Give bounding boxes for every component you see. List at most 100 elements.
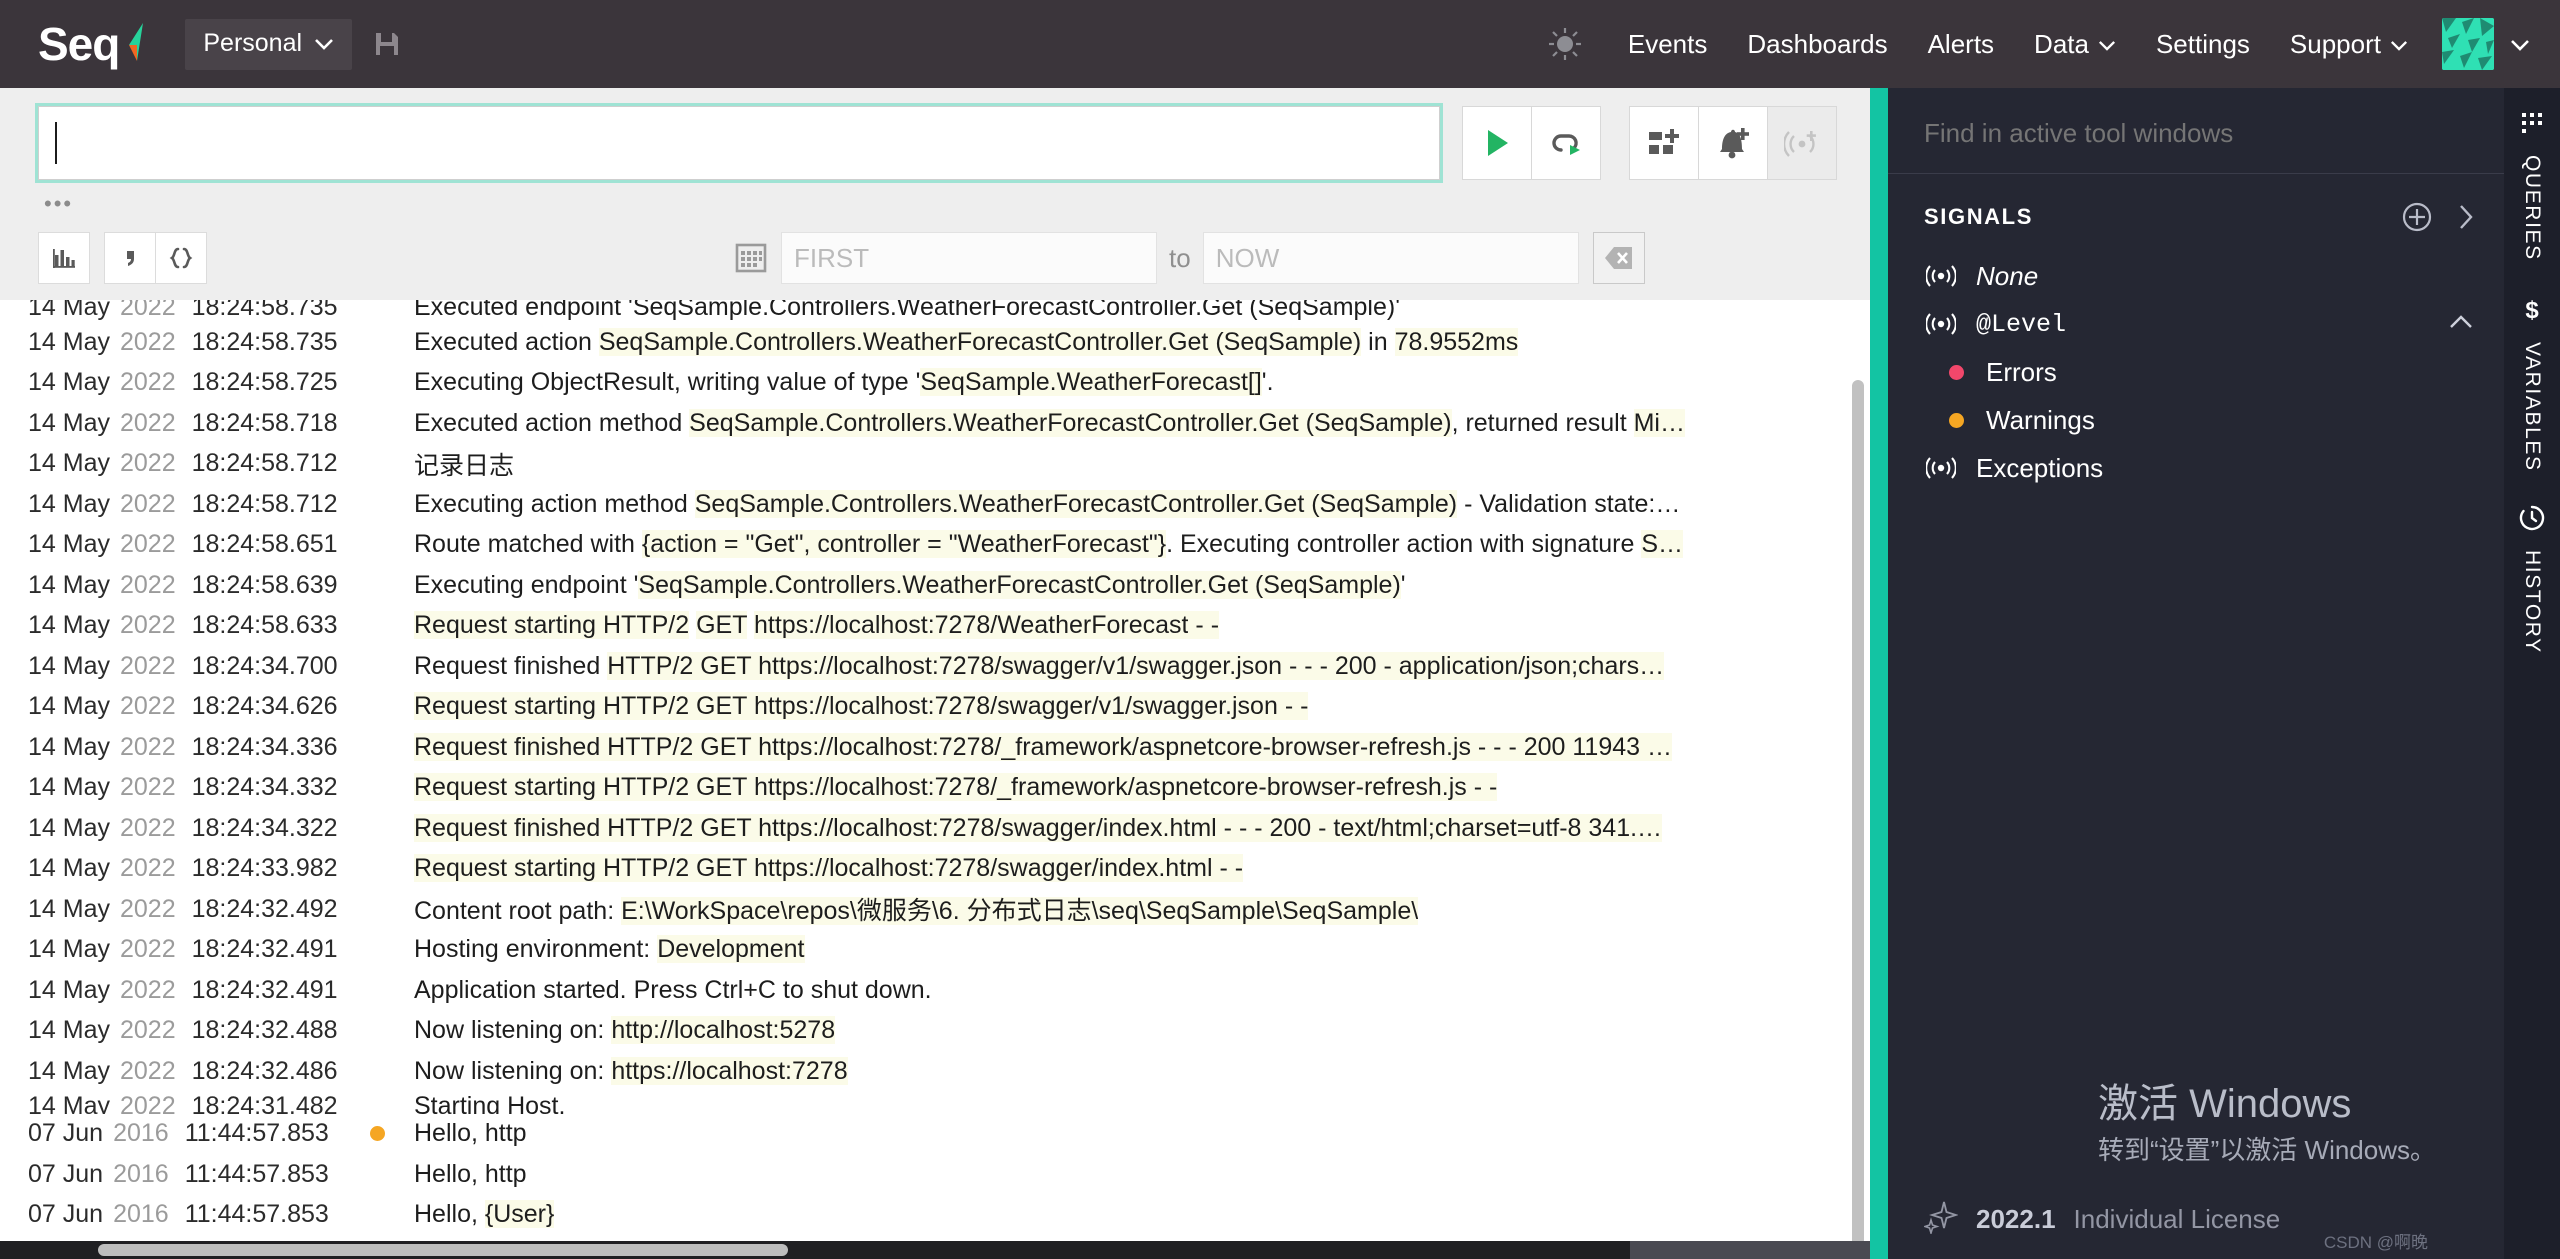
signals-title: SIGNALS: [1924, 204, 2033, 229]
top-navigation-bar: Seq Personal Events Dashboards Alerts Da…: [0, 0, 2560, 88]
nav-data[interactable]: Data: [2014, 19, 2136, 70]
table-row[interactable]: 14 May 2022 18:24:33.982 Request starting H…: [0, 849, 1848, 890]
nav-events[interactable]: Events: [1608, 19, 1728, 70]
license-version: 2022.1: [1976, 1204, 2056, 1234]
event-message: Executing action method SeqSample.Contro…: [414, 489, 1681, 518]
table-row[interactable]: 14 May 2022 18:24:58.633 Request starting H…: [0, 606, 1848, 647]
watermark-subtitle: 转到“设置”以激活 Windows。: [2097, 1135, 2436, 1165]
raw-text-button[interactable]: [104, 232, 156, 284]
table-row[interactable]: 07 Jun 2016 11:44:57.853 Hello, http: [0, 1114, 1848, 1155]
table-row[interactable]: 14 May 2022 18:24:34.626 Request starting H…: [0, 687, 1848, 728]
scrollbar-thumb[interactable]: [1852, 380, 1864, 1259]
signal-at-level[interactable]: @Level: [1888, 300, 2504, 348]
chevron-up-icon[interactable]: [2448, 313, 2474, 336]
event-message: Executing endpoint 'SeqSample.Controller…: [414, 570, 1406, 599]
events-vertical-scrollbar[interactable]: [1852, 308, 1864, 1259]
table-row[interactable]: 14 May 2022 18:24:34.322 Request finished H…: [0, 808, 1848, 849]
event-timestamp: 14 May 2022 18:24:58.712: [28, 449, 338, 478]
vtab-history-label: HISTORY: [2521, 550, 2544, 655]
vtab-history[interactable]: HISTORY: [2519, 505, 2545, 654]
signal-errors[interactable]: Errors: [1888, 348, 2504, 396]
table-row[interactable]: 14 May 2022 18:24:58.725 Executing ObjectRe…: [0, 363, 1848, 404]
event-timestamp: 14 May 2022 18:24:34.332: [28, 773, 338, 802]
query-expand-hint[interactable]: •••: [0, 180, 1870, 215]
nav-dashboards[interactable]: Dashboards: [1727, 19, 1907, 70]
table-row[interactable]: 14 May 2022 18:24:32.491 Application starte…: [0, 970, 1848, 1011]
table-row[interactable]: 14 May 2022 18:24:58.639 Executing endpoint…: [0, 565, 1848, 606]
table-row[interactable]: 14 May 2022 18:24:58.651 Route matched with…: [0, 525, 1848, 566]
table-row[interactable]: 14 May 2022 18:24:32.486 Now listening on: …: [0, 1051, 1848, 1092]
vtab-variables[interactable]: $ VARIABLES: [2520, 295, 2544, 472]
chevron-right-icon[interactable]: [2458, 204, 2474, 230]
seq-logo-flame-icon: [125, 23, 147, 63]
event-timestamp: 14 May 2022 18:24:58.725: [28, 368, 338, 397]
event-timestamp: 14 May 2022 18:24:34.700: [28, 651, 338, 680]
table-row[interactable]: 14 May 2022 18:24:32.492 Content root path:…: [0, 889, 1848, 930]
dollar-icon: $: [2521, 295, 2543, 328]
clear-range-button[interactable]: [1592, 232, 1645, 284]
signal-exceptions-label: Exceptions: [1976, 452, 2104, 483]
pane-divider[interactable]: [1870, 88, 1888, 1259]
event-message: Route matched with {action = "Get", cont…: [414, 530, 1684, 559]
event-message: Hello, http: [414, 1119, 527, 1148]
event-message: Request starting HTTP/2 GET https://loca…: [414, 692, 1309, 721]
auto-refresh-button[interactable]: [1531, 106, 1601, 180]
query-input[interactable]: [35, 103, 1443, 183]
events-horizontal-scrollbar[interactable]: [0, 1241, 1870, 1259]
clock-icon: [2519, 505, 2545, 536]
scrollbar-thumb-horizontal[interactable]: [98, 1244, 788, 1256]
signal-warnings[interactable]: Warnings: [1888, 396, 2504, 444]
find-input[interactable]: [1924, 118, 2446, 149]
event-message: Executed action SeqSample.Controllers.We…: [414, 327, 1519, 356]
vtab-queries[interactable]: QUERIES: [2519, 110, 2545, 261]
nav-alerts[interactable]: Alerts: [1908, 19, 2014, 70]
nav-events-label: Events: [1627, 28, 1708, 59]
table-row[interactable]: 14 May 2022 18:24:58.735 Executed action Se…: [0, 322, 1848, 363]
license-type: Individual License: [2073, 1204, 2281, 1234]
json-view-button[interactable]: [155, 232, 207, 284]
table-row[interactable]: 14 May 2022 18:24:31.482 Starting Host.: [0, 1092, 1848, 1114]
brand-logo[interactable]: Seq: [38, 21, 147, 67]
table-row[interactable]: 14 May 2022 18:24:34.332 Request starting H…: [0, 768, 1848, 809]
workspace-selector[interactable]: Personal: [185, 18, 353, 70]
table-row[interactable]: 14 May 2022 18:24:32.488 Now listening on: …: [0, 1011, 1848, 1052]
table-row[interactable]: 07 Jun 2016 11:44:57.853 Hello, http: [0, 1154, 1848, 1195]
save-icon[interactable]: [374, 31, 400, 57]
time-range-controls: FIRST to NOW: [735, 232, 1645, 284]
event-timestamp: 14 May 2022 18:24:34.322: [28, 813, 338, 842]
event-message: Request finished HTTP/2 GET https://loca…: [414, 813, 1663, 842]
event-list: 14 May 2022 18:24:58.735 Executed endpoint …: [0, 300, 1870, 1259]
nav-support[interactable]: Support: [2270, 19, 2428, 70]
run-query-button[interactable]: [1462, 106, 1532, 180]
table-row[interactable]: 07 Jun 2016 11:44:57.853 Hello, {User}: [0, 1195, 1848, 1236]
range-to-input[interactable]: NOW: [1202, 232, 1579, 284]
tool-window-content: SIGNALS None@LevelErrorsWarni: [1888, 88, 2504, 1259]
table-row[interactable]: 14 May 2022 18:24:32.491 Hosting environmen…: [0, 930, 1848, 971]
table-row[interactable]: 14 May 2022 18:24:34.336 Request finished H…: [0, 727, 1848, 768]
event-message: Now listening on: http://localhost:5278: [414, 1016, 836, 1045]
add-to-dashboard-button[interactable]: [1629, 106, 1699, 180]
range-from-input[interactable]: FIRST: [781, 232, 1157, 284]
event-message: Request finished HTTP/2 GET https://loca…: [414, 732, 1672, 761]
plus-circle-icon[interactable]: [2402, 202, 2432, 232]
avatar[interactable]: [2442, 18, 2494, 70]
account-menu-caret-icon[interactable]: [2510, 31, 2530, 57]
nav-settings[interactable]: Settings: [2136, 19, 2270, 70]
create-alert-button[interactable]: [1698, 106, 1768, 180]
signal-exceptions[interactable]: Exceptions: [1888, 444, 2504, 492]
nav-settings-label: Settings: [2155, 28, 2250, 59]
table-row[interactable]: 14 May 2022 18:24:34.700 Request finished H…: [0, 646, 1848, 687]
brightness-icon[interactable]: [1538, 27, 1608, 61]
table-row[interactable]: 14 May 2022 18:24:58.718 Executed action me…: [0, 403, 1848, 444]
calendar-icon[interactable]: [735, 242, 767, 274]
signal-icon: [1924, 313, 1958, 335]
text-cursor: [55, 122, 57, 164]
table-row[interactable]: 14 May 2022 18:24:58.735 Executed endpoint …: [0, 300, 1848, 322]
event-message: Executed action method SeqSample.Control…: [414, 408, 1685, 437]
event-message: Request starting HTTP/2 GET https://loca…: [414, 854, 1244, 883]
chart-view-button[interactable]: [38, 232, 90, 284]
table-row[interactable]: 14 May 2022 18:24:58.712 记录日志: [0, 444, 1848, 485]
sparkle-icon: [1922, 1200, 1959, 1239]
table-row[interactable]: 14 May 2022 18:24:58.712 Executing action m…: [0, 484, 1848, 525]
signal-none[interactable]: None: [1888, 252, 2504, 300]
